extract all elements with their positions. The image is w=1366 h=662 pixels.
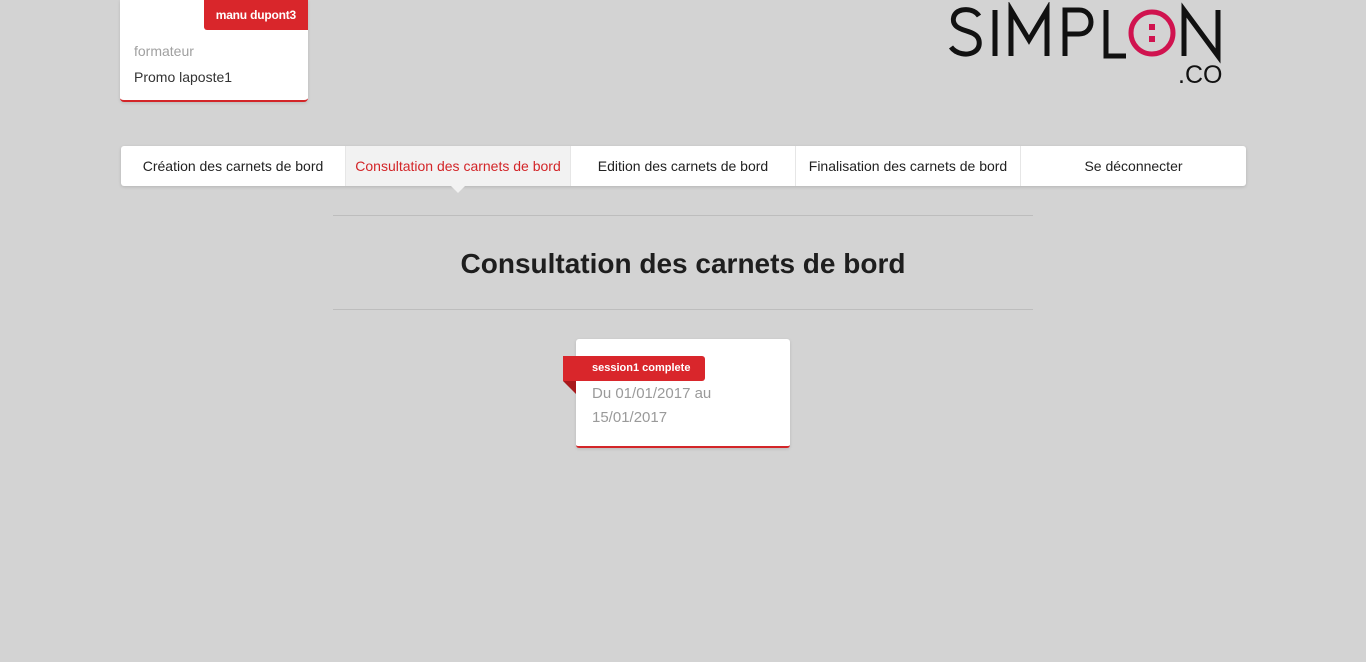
title-divider-bottom — [333, 309, 1033, 310]
simplon-logo: .CO — [948, 2, 1222, 88]
user-promo: Promo laposte1 — [134, 69, 233, 85]
user-card: manu dupont3 formateur Promo laposte1 — [120, 0, 308, 102]
nav-edition[interactable]: Edition des carnets de bord — [571, 146, 796, 186]
nav-finalisation[interactable]: Finalisation des carnets de bord — [796, 146, 1021, 186]
user-name-badge: manu dupont3 — [203, 0, 308, 30]
session-name-ribbon: session1 complete — [563, 356, 706, 381]
user-role: formateur — [134, 43, 194, 59]
main-nav: Création des carnets de bord Consultatio… — [121, 146, 1246, 193]
logo-suffix: .CO — [1178, 61, 1222, 88]
nav-logout[interactable]: Se déconnecter — [1021, 146, 1246, 186]
session-dates: Du 01/01/2017 au 15/01/2017 — [592, 385, 712, 426]
nav-consultation[interactable]: Consultation des carnets de bord — [346, 146, 571, 193]
page-title: Consultation des carnets de bord — [460, 248, 906, 279]
ribbon-fold — [563, 381, 576, 394]
session-card[interactable]: session1 complete Du 01/01/2017 au 15/01… — [563, 339, 790, 448]
nav-creation[interactable]: Création des carnets de bord — [121, 146, 346, 186]
title-divider-top — [333, 215, 1033, 216]
